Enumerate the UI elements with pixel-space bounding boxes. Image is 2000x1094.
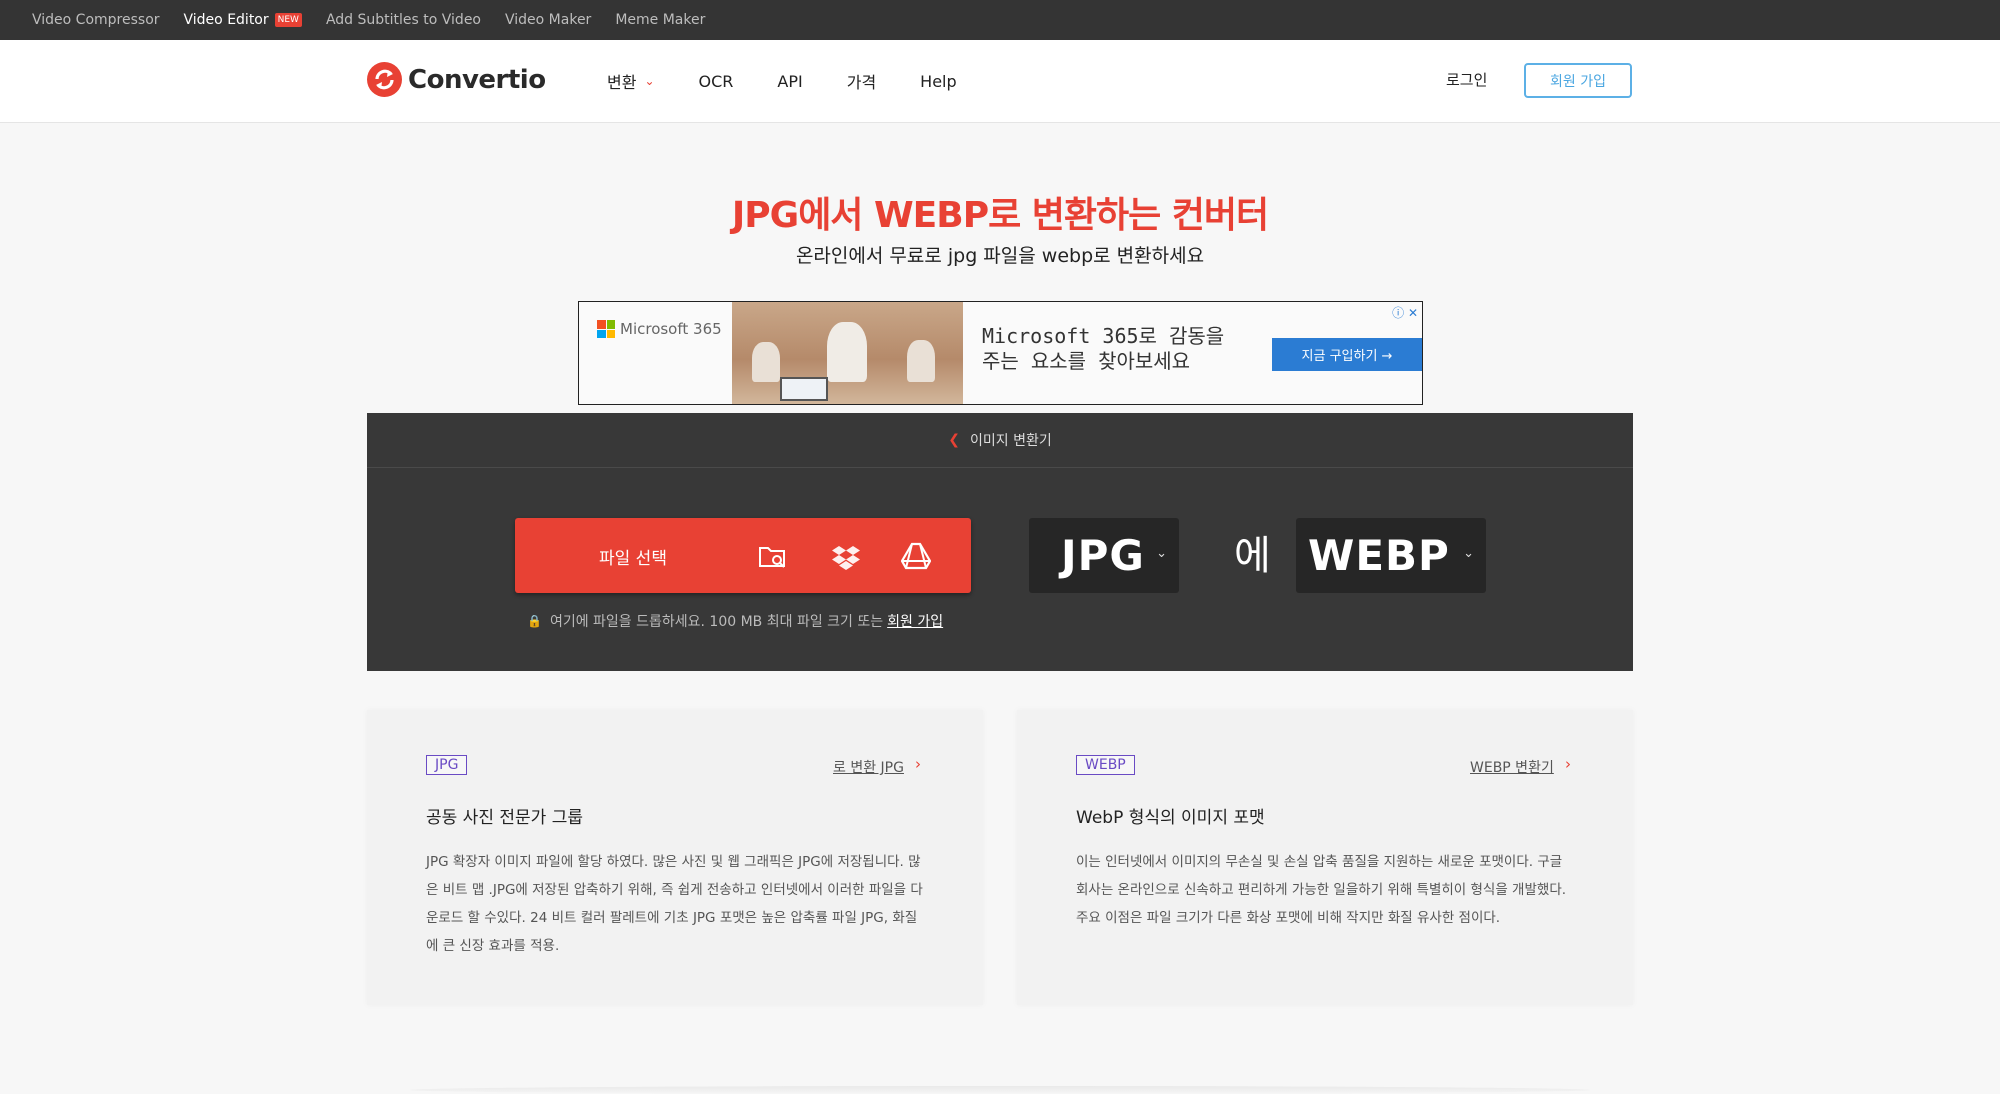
ad-banner[interactable]: Microsoft 365 Microsoft 365로 감동을 주는 요소를 …	[578, 301, 1423, 405]
card-description: 이는 인터넷에서 이미지의 무손실 및 손실 압축 품질을 지원하는 새로운 포…	[1076, 854, 1567, 926]
ad-brand-label: Microsoft 365	[620, 320, 722, 338]
section-divider	[410, 1086, 1590, 1094]
site-header: Convertio 변환 ⌄ OCR API 가격 Help 로그인 회원 가입	[0, 40, 2000, 123]
top-link-add-subtitles[interactable]: Add Subtitles to Video	[326, 12, 481, 28]
drop-hint-signup-link[interactable]: 회원 가입	[887, 611, 943, 631]
ad-headline-line: 주는 요소를 찾아보세요	[982, 349, 1191, 373]
page-title: JPG에서 WEBP로 변환하는 컨버터	[731, 195, 1269, 236]
ad-headline: Microsoft 365로 감동을 주는 요소를 찾아보세요	[982, 324, 1224, 374]
dropbox-icon[interactable]	[831, 541, 861, 571]
from-format-value: JPG	[1061, 531, 1145, 580]
drop-hint: 🔒 여기에 파일을 드롭하세요. 100 MB 최대 파일 크기 또는 회원 가…	[527, 611, 943, 631]
convert-link[interactable]: 로 변환 JPG	[833, 757, 904, 777]
chevron-right-icon: ›	[915, 755, 921, 773]
to-format-select[interactable]: WEBP ⌄	[1296, 518, 1486, 593]
logo[interactable]: Convertio	[367, 62, 546, 97]
chevron-down-icon: ⌄	[1463, 546, 1474, 561]
nav-api[interactable]: API	[777, 72, 802, 91]
format-badge: JPG	[426, 755, 468, 775]
top-link-video-compressor[interactable]: Video Compressor	[32, 12, 160, 28]
signup-button[interactable]: 회원 가입	[1524, 63, 1632, 98]
chevron-down-icon: ⌄	[644, 74, 655, 88]
top-link-video-editor[interactable]: Video Editor NEW	[184, 12, 302, 28]
to-format-value: WEBP	[1308, 531, 1450, 580]
nav-ocr[interactable]: OCR	[699, 72, 734, 91]
card-title: 공동 사진 전문가 그룹	[426, 808, 583, 828]
top-link-meme-maker[interactable]: Meme Maker	[615, 12, 705, 28]
choose-files-button[interactable]: 파일 선택	[515, 518, 971, 593]
main-nav: 변환 ⌄ OCR API 가격 Help	[607, 69, 1001, 93]
logo-text: Convertio	[408, 64, 546, 95]
ad-close-icon[interactable]: ⓘ ✕	[1392, 304, 1418, 321]
from-format-select[interactable]: JPG ⌄	[1029, 518, 1179, 593]
drop-hint-text: 여기에 파일을 드롭하세요. 100 MB 최대 파일 크기 또는	[549, 614, 884, 630]
login-link[interactable]: 로그인	[1446, 69, 1487, 90]
converter-panel: ❮ 이미지 변환기 파일 선택 🔒 여기에 파일을 드롭하세요. 100 MB …	[367, 413, 1633, 671]
breadcrumb-label: 이미지 변환기	[970, 433, 1052, 449]
top-link-label: Video Editor	[183, 12, 269, 28]
chevron-down-icon: ⌄	[1156, 546, 1167, 561]
top-link-video-maker[interactable]: Video Maker	[505, 12, 591, 28]
ad-headline-line: Microsoft 365로 감동을	[982, 324, 1225, 348]
chevron-left-icon: ❮	[948, 432, 960, 448]
top-links-bar: Video Compressor Video Editor NEW Add Sub…	[0, 0, 2000, 40]
card-description: JPG 확장자 이미지 파일에 할당 하였다. 많은 사진 및 웹 그래픽은 J…	[426, 854, 923, 954]
choose-files-label: 파일 선택	[599, 549, 667, 569]
card-title: WebP 형식의 이미지 포맷	[1076, 808, 1265, 828]
convert-link[interactable]: WEBP 변환기	[1470, 757, 1554, 777]
new-badge: NEW	[274, 13, 302, 27]
ad-brand: Microsoft 365	[597, 320, 722, 338]
nav-help[interactable]: Help	[920, 72, 956, 91]
ad-image	[732, 302, 963, 404]
google-drive-icon[interactable]	[900, 541, 932, 571]
ad-cta-button[interactable]: 지금 구입하기 →	[1272, 338, 1422, 371]
nav-convert-label: 변환	[607, 73, 637, 92]
page-subtitle: 온라인에서 무료로 jpg 파일을 webp로 변환하세요	[795, 245, 1205, 267]
info-card-webp: WEBP WEBP 변환기 › WebP 형식의 이미지 포맷 이는 인터넷에서…	[1017, 710, 1633, 1005]
info-card-jpg: JPG 로 변환 JPG › 공동 사진 전문가 그룹 JPG 확장자 이미지 …	[367, 710, 983, 1005]
chevron-right-icon: ›	[1565, 755, 1571, 773]
nav-convert[interactable]: 변환 ⌄	[607, 69, 655, 93]
microsoft-logo-icon	[597, 320, 615, 338]
convertio-logo-icon	[367, 62, 402, 97]
nav-pricing[interactable]: 가격	[847, 69, 876, 93]
lock-icon: 🔒	[527, 614, 542, 628]
to-label: 에	[1234, 533, 1271, 579]
folder-search-icon[interactable]	[757, 541, 787, 571]
format-badge: WEBP	[1076, 755, 1135, 775]
breadcrumb[interactable]: ❮ 이미지 변환기	[367, 413, 1633, 468]
